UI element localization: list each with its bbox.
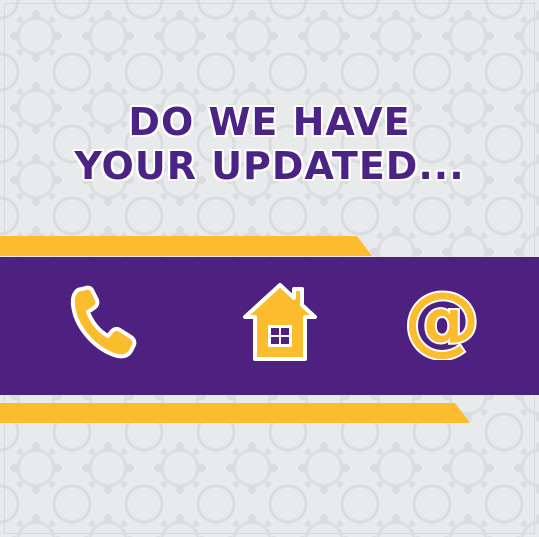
svg-text:@: @	[404, 284, 480, 360]
house-icon	[242, 281, 318, 363]
headline-line-1: DO WE HAVE	[128, 100, 411, 144]
top-yellow-stripe	[0, 236, 372, 256]
email-at-icon: @	[402, 284, 482, 360]
phone-icon	[68, 283, 140, 361]
headline-line-2: YOUR UPDATED...	[74, 144, 465, 188]
headline: DO WE HAVE YOUR UPDATED...	[0, 100, 539, 188]
graphic-canvas: DO WE HAVE YOUR UPDATED... @	[0, 0, 539, 537]
bottom-yellow-stripe	[0, 403, 470, 423]
